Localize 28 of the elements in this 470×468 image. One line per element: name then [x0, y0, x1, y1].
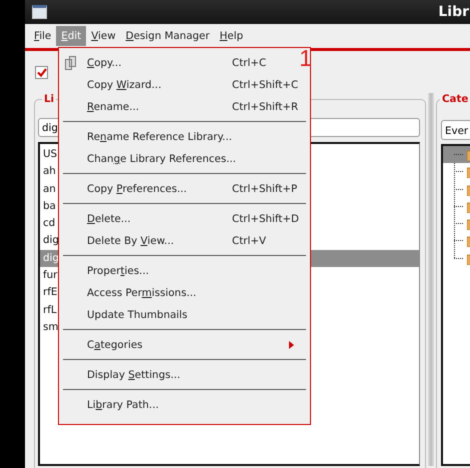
shortcut-text: Ctrl+Shift+P	[232, 183, 298, 195]
menu-item[interactable]: Help	[214, 26, 248, 46]
menu-item[interactable]: Design Manager	[120, 26, 215, 46]
menu-item[interactable]: Library Path...	[59, 394, 294, 416]
menu-item[interactable]: Copy... Ctrl+C	[59, 52, 294, 74]
menu-item[interactable]: Properties...	[59, 260, 294, 282]
menu-item[interactable]: Categories	[59, 334, 294, 356]
submenu-arrow-icon	[289, 341, 294, 349]
shortcut-text: Ctrl+Shift+C	[232, 79, 298, 91]
menu-item[interactable]: Delete By View... Ctrl+V	[59, 230, 294, 252]
copy-icon	[65, 56, 77, 70]
menu-item[interactable]: Update Thumbnails	[59, 304, 294, 326]
window-title: Libr	[438, 4, 469, 20]
menu-item[interactable]: Display Settings...	[59, 364, 294, 386]
checkbox[interactable]	[35, 66, 48, 78]
menu-item[interactable]: Access Permissions...	[59, 282, 294, 304]
category-field[interactable]: Ever	[441, 120, 470, 140]
shortcut-text: Ctrl+Shift+R	[232, 101, 298, 113]
menu-item[interactable]: Rename Reference Library...	[59, 126, 294, 148]
shortcut-text: Ctrl+C	[232, 57, 266, 69]
menu-item[interactable]: View	[86, 26, 121, 46]
group-title: Cate	[440, 93, 470, 105]
shortcut-text: Ctrl+V	[232, 235, 266, 247]
group-title: Li	[42, 93, 56, 105]
shortcut-text: Ctrl+Shift+D	[232, 213, 299, 225]
menu-item[interactable]: Change Library References...	[59, 148, 294, 170]
window-icon	[32, 5, 47, 19]
menu-item[interactable]: File	[29, 26, 56, 46]
